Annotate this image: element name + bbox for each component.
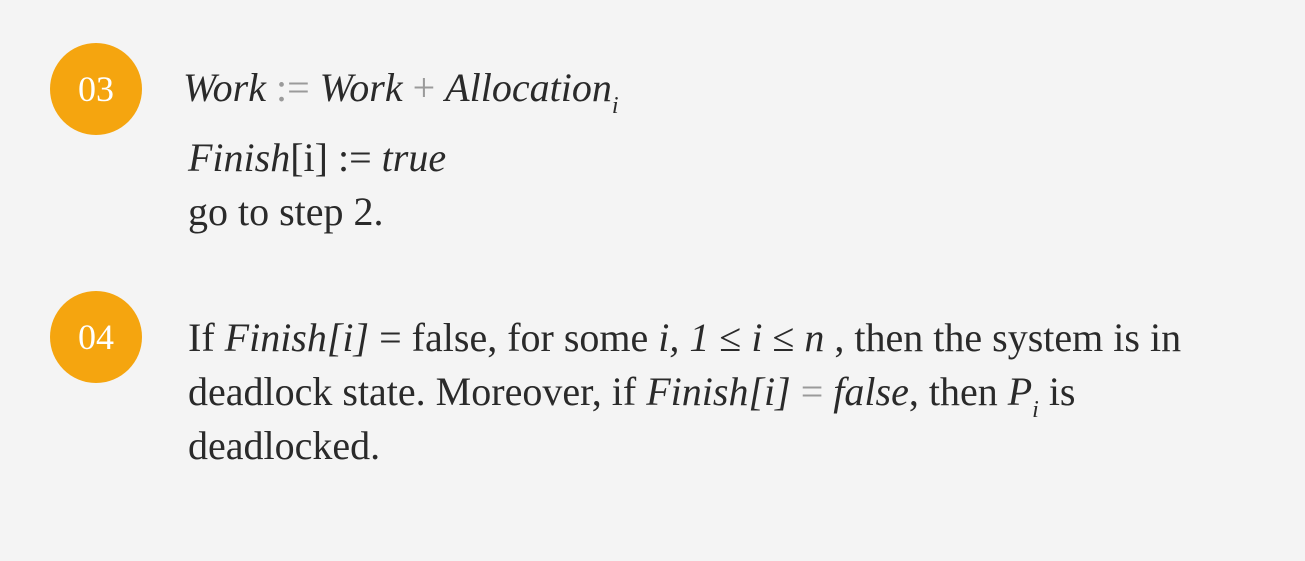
plus-operator: + <box>412 65 436 110</box>
deadlocked-text: deadlocked. <box>188 423 381 468</box>
assign-operator: := <box>275 65 310 110</box>
var-one: 1 <box>689 315 710 360</box>
var-n: n <box>804 315 825 360</box>
goto-step-text: go to step 2. <box>188 189 384 234</box>
allocation-subscript: i <box>611 93 619 119</box>
text-deadlock-state: deadlock state. Moreover, if <box>188 369 647 414</box>
var-i-2: i <box>751 315 763 360</box>
deadlock-condition-line-2: deadlock state. Moreover, if Finish[i] =… <box>188 366 1076 424</box>
text-if: If <box>188 315 225 360</box>
finish-i-ref: Finish[i] <box>224 315 370 360</box>
process-var: P <box>1007 369 1033 414</box>
assign-operator-2: := <box>338 135 372 180</box>
work-var: Work <box>183 65 266 110</box>
allocation-var: Allocation <box>445 65 612 110</box>
step-number-badge-03: 03 <box>50 43 142 135</box>
leq-symbol-2: ≤ <box>762 315 805 360</box>
finish-assign-equation: Finish[i] := true <box>188 132 446 184</box>
text-system-in: , then the system is in <box>824 315 1182 360</box>
true-value: true <box>381 135 447 180</box>
process-subscript: i <box>1032 397 1039 423</box>
var-i: i, <box>658 315 690 360</box>
finish-var: Finish <box>188 135 291 180</box>
false-value: false <box>833 369 909 414</box>
deadlock-condition-line-1: If Finish[i] = false, for some i, 1 ≤ i … <box>188 312 1181 364</box>
text-then: , then <box>908 369 1008 414</box>
equals-operator: = <box>790 369 834 414</box>
leq-symbol-1: ≤ <box>709 315 752 360</box>
text-false-for-some: = false, for some <box>369 315 659 360</box>
work-update-equation: Work := Work + Allocationi <box>183 62 618 120</box>
finish-index: [i] <box>290 135 328 180</box>
step-number-badge-04: 04 <box>50 291 142 383</box>
text-is: is <box>1038 369 1076 414</box>
finish-i-ref-2: Finish[i] <box>646 369 791 414</box>
work-var-rhs: Work <box>319 65 403 110</box>
